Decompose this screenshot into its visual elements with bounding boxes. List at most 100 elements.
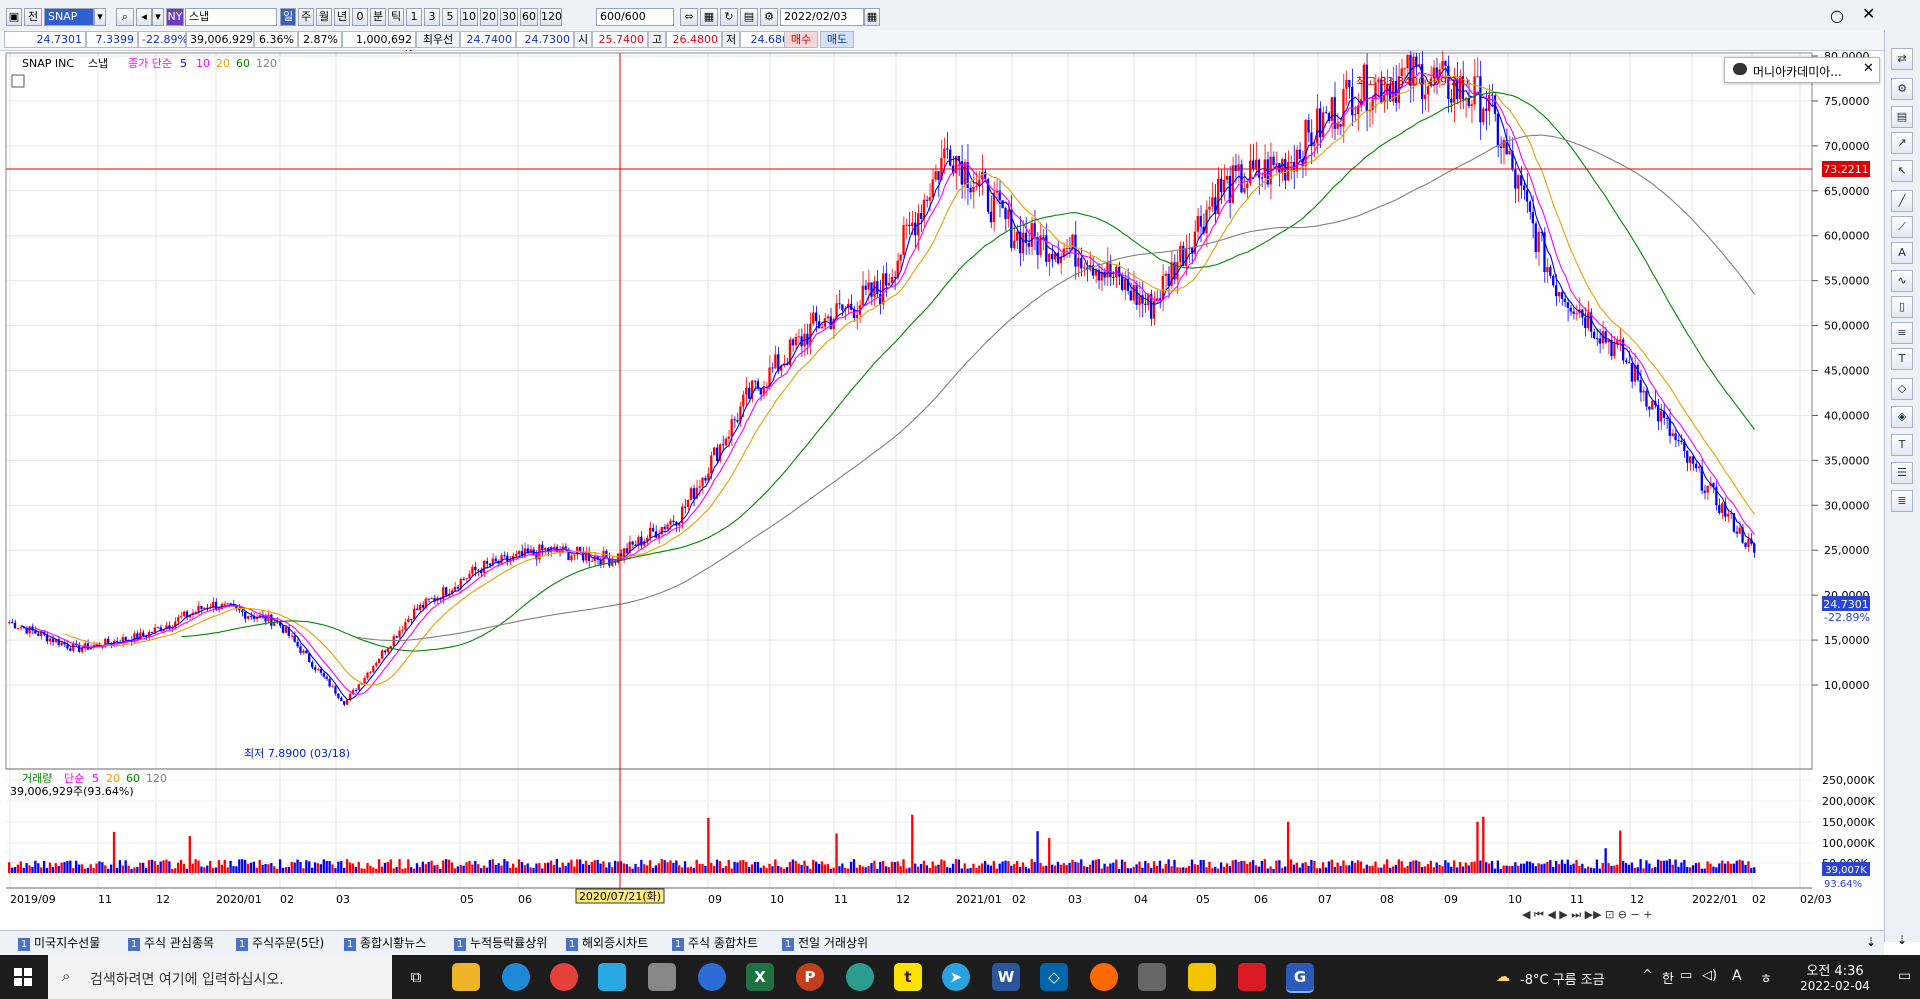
taskbar-search-box[interactable]: ⌕ 검색하려면 여기에 입력하십시오. xyxy=(48,955,392,999)
erase-all-icon[interactable]: ◈ xyxy=(1891,406,1913,428)
trendline-icon[interactable]: ⟋ xyxy=(1891,216,1913,238)
period-button-14[interactable]: 120 xyxy=(540,8,562,26)
tab-composite-chart[interactable]: 1 주식 종합차트 xyxy=(672,935,758,952)
tab-market-news[interactable]: 1 종합시황뉴스 xyxy=(344,935,426,952)
panel-settings-icon[interactable] xyxy=(11,74,25,88)
period-button-7[interactable]: 1 xyxy=(406,8,422,26)
weather-text[interactable]: -8°C 구름 조금 xyxy=(1520,969,1605,988)
tab-us-index-futures[interactable]: 1 미국지수선물 xyxy=(18,935,100,952)
period-button-0[interactable]: 일 xyxy=(280,8,296,26)
period-button-13[interactable]: 60 xyxy=(520,8,538,26)
period-button-5[interactable]: 분 xyxy=(370,8,386,26)
clock-time[interactable]: 오전 4:36 xyxy=(1800,960,1870,979)
stock-name-field[interactable]: 스냅 xyxy=(185,8,277,26)
windows-start-icon[interactable] xyxy=(14,968,32,986)
volume-bar xyxy=(1738,859,1741,873)
period-button-10[interactable]: 10 xyxy=(460,8,478,26)
line-tool-icon[interactable]: ╱ xyxy=(1891,190,1913,212)
candle-tool-icon[interactable]: ▯ xyxy=(1891,296,1913,318)
chrome-icon[interactable] xyxy=(550,963,578,991)
app-icon-6[interactable] xyxy=(1188,963,1216,991)
tab-watchlist[interactable]: 1 주식 관심종목 xyxy=(128,935,214,952)
period-button-12[interactable]: 30 xyxy=(500,8,518,26)
notification-icon[interactable]: ▭ xyxy=(1898,968,1911,984)
volume-bar xyxy=(940,859,943,873)
chart-type-icon[interactable]: ↗ xyxy=(1891,132,1913,154)
edge-browser-icon[interactable] xyxy=(502,963,530,991)
grid-icon[interactable]: ▦ xyxy=(700,8,718,26)
text-box-icon[interactable]: T xyxy=(1891,434,1913,456)
sync-icon[interactable]: ⇄ xyxy=(1891,48,1913,70)
notification-popup[interactable]: 머니아카데미아... ✕ xyxy=(1724,57,1880,83)
scroll-controls[interactable]: ◀ ⏮ ◀ ▶ ⏭ ▶▶ ⊡ ⊖ − + xyxy=(1522,908,1652,921)
count-display[interactable]: 600/600 xyxy=(596,8,674,26)
symbol-code-input[interactable]: SNAP xyxy=(44,8,94,26)
tab-scroll-icon[interactable]: ⇣ xyxy=(1866,935,1876,949)
volume-icon[interactable]: ◁) xyxy=(1702,968,1717,983)
chart-menu-icon[interactable]: ▣ xyxy=(6,8,22,26)
active-trading-app-icon[interactable]: G xyxy=(1286,963,1314,993)
period-button-4[interactable]: 0 xyxy=(352,8,368,26)
period-button-8[interactable]: 3 xyxy=(424,8,440,26)
save-icon[interactable]: ▤ xyxy=(740,8,758,26)
ime-indicator-2[interactable]: 한 xyxy=(1662,968,1674,987)
speaker-icon[interactable]: ◂ xyxy=(136,8,152,26)
period-button-1[interactable]: 주 xyxy=(298,8,314,26)
telegram-icon[interactable]: ➤ xyxy=(942,963,970,991)
app-icon-7[interactable] xyxy=(1238,963,1266,991)
tab-prev-volume-top[interactable]: 1 전일 거래상위 xyxy=(782,935,868,952)
indicator-list-icon[interactable]: ▤ xyxy=(1891,106,1913,128)
window-minimize-icon[interactable]: ○ xyxy=(1830,6,1844,25)
period-button-2[interactable]: 월 xyxy=(316,8,332,26)
period-button-11[interactable]: 20 xyxy=(480,8,498,26)
text-tool-icon[interactable]: T xyxy=(1891,348,1913,370)
wave-tool-icon[interactable]: ∿ xyxy=(1891,270,1913,292)
zoom-icon[interactable]: ⇔ xyxy=(680,8,698,26)
list-view-icon[interactable]: ≣ xyxy=(1891,490,1913,512)
powerpoint-icon[interactable]: P xyxy=(796,963,824,991)
market-badge[interactable]: 전 xyxy=(24,8,42,26)
app-icon-2[interactable] xyxy=(648,963,676,991)
date-field[interactable]: 2022/02/03 xyxy=(780,8,864,26)
excel-icon[interactable]: X xyxy=(746,963,774,991)
search-icon[interactable]: ⌕ xyxy=(116,8,134,26)
kakaotalk-icon[interactable]: t xyxy=(894,963,922,991)
cursor-icon[interactable]: ↖ xyxy=(1891,160,1913,182)
tray-chevron-icon[interactable]: ^ xyxy=(1642,968,1653,983)
clock-date[interactable]: 2022-02-04 xyxy=(1794,979,1876,993)
tab-order[interactable]: 1 주식주문(5단) xyxy=(236,935,324,952)
refresh-icon[interactable]: ↻ xyxy=(720,8,738,26)
period-button-3[interactable]: 년 xyxy=(334,8,350,26)
ime-mode-icon[interactable]: ㅎ xyxy=(1760,968,1772,987)
tab-overseas-chart[interactable]: 1 해외증시차트 xyxy=(566,935,648,952)
firefox-icon[interactable] xyxy=(1090,963,1118,991)
file-explorer-icon[interactable] xyxy=(452,963,480,991)
task-view-icon[interactable]: ⧉ xyxy=(402,963,430,991)
eraser-icon[interactable]: ◇ xyxy=(1891,378,1913,400)
collapse-icon[interactable]: ⇣ xyxy=(1897,933,1907,947)
fibonacci-icon[interactable]: ≡ xyxy=(1891,322,1913,344)
settings-gear-icon[interactable]: ⚙ xyxy=(1891,78,1913,100)
period-button-6[interactable]: 틱 xyxy=(388,8,404,26)
prev-arrow-icon[interactable]: ▾ xyxy=(152,8,164,26)
calendar-icon[interactable]: ▦ xyxy=(864,8,880,26)
sell-button[interactable]: 매도 xyxy=(820,31,854,48)
word-icon[interactable]: W xyxy=(992,963,1020,991)
app-icon-5[interactable] xyxy=(1138,963,1166,991)
stock-chart[interactable]: 80,000075,000070,000065,000060,000055,00… xyxy=(0,51,1884,929)
app-icon-4[interactable] xyxy=(846,963,874,991)
popup-close-icon[interactable]: ✕ xyxy=(1863,61,1874,76)
tab-cumulative-change[interactable]: 1 누적등락률상위 xyxy=(454,935,547,952)
buy-button[interactable]: 매수 xyxy=(784,31,818,48)
ime-indicator[interactable]: A xyxy=(1732,968,1742,984)
network-icon[interactable]: ▭ xyxy=(1680,968,1692,983)
vscode-icon[interactable]: ◇ xyxy=(1040,963,1068,991)
app-icon-1[interactable] xyxy=(598,963,626,991)
period-button-9[interactable]: 5 xyxy=(442,8,458,26)
window-close-icon[interactable]: ✕ xyxy=(1862,4,1875,23)
symbol-dropdown-icon[interactable]: ▾ xyxy=(94,8,106,26)
auto-trend-icon[interactable]: A xyxy=(1891,242,1913,264)
settings-icon[interactable]: ⚙ xyxy=(760,8,778,26)
app-icon-3[interactable] xyxy=(698,963,726,991)
layers-icon[interactable]: ☰ xyxy=(1891,462,1913,484)
